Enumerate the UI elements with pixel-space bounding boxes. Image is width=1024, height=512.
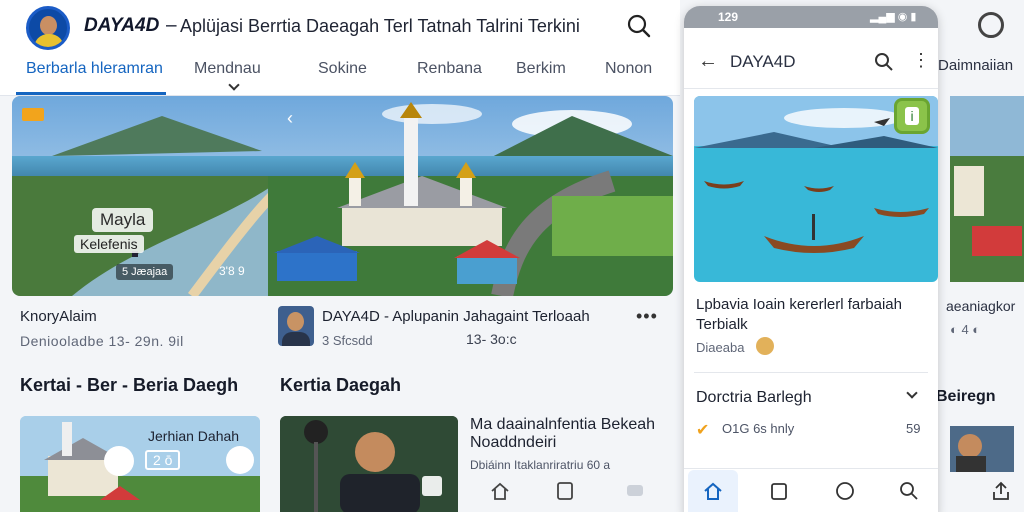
tab-renbana[interactable]: Renbana	[417, 60, 482, 78]
home-icon[interactable]	[489, 480, 511, 502]
phone-headline[interactable]: Lpbavia Ioain kererlerl farbaiah Terbial…	[696, 295, 934, 335]
category-tabs: Berbarla hleramran Mendnau Sokine Renban…	[0, 56, 680, 96]
divider	[684, 88, 938, 89]
peek-image[interactable]	[950, 96, 1024, 282]
comment-icon[interactable]	[226, 446, 254, 474]
author-avatar[interactable]	[278, 306, 314, 346]
active-tab-indicator	[16, 92, 166, 95]
status-icons: ▂▄▆ ◉ ▮	[870, 11, 917, 23]
back-arrow-icon[interactable]: ←	[698, 50, 718, 73]
top-header: DAYA4D – Aplüjasi Berrtia Daeagah Terl T…	[0, 0, 680, 96]
more-options-icon[interactable]: •••	[636, 306, 658, 327]
tab-nonon[interactable]: Nonon	[605, 60, 652, 78]
hero-image	[12, 96, 673, 296]
search-icon[interactable]	[898, 480, 920, 502]
phone-preview: 129 ▂▄▆ ◉ ▮ ← DAYA4D ⋮ i Lpbavia Ioain k…	[684, 6, 938, 512]
hero-caption: KnoryAlaim	[20, 308, 97, 325]
divider	[694, 372, 928, 373]
share-icon[interactable]	[990, 480, 1012, 502]
peek-meta: ◐ 4 ◐	[950, 322, 981, 337]
page-title: Aplüjasi Berrtia Daeagah Terl Tatnah Tal…	[180, 16, 580, 36]
hero-banner[interactable]: Mayla Kelefenis 5 Jæajaa 3'8 9 ‹	[12, 96, 673, 296]
hero-overlay-title: Mayla	[92, 208, 154, 232]
play-icon[interactable]	[104, 446, 134, 476]
news-card-2[interactable]	[280, 416, 458, 512]
section-title-right: Kertia Daegah	[280, 375, 402, 395]
article-author-meta: 3 Sfcsdd	[322, 333, 373, 348]
app-badge-icon[interactable]: i	[894, 98, 930, 134]
hero-tag-badge	[22, 108, 44, 121]
bookmark-icon[interactable]	[554, 480, 576, 502]
tab-berbarla[interactable]: Berbarla hleramran	[26, 60, 163, 78]
tab-sokine[interactable]: Sokine	[318, 60, 367, 78]
app-page: DAYA4D – Aplüjasi Berrtia Daeagah Terl T…	[0, 0, 1024, 512]
bell-icon[interactable]	[978, 12, 1004, 38]
card1-label: Jerhian Dahah	[148, 428, 240, 444]
like-icon[interactable]: ✔	[696, 420, 709, 440]
side-count: 59	[906, 421, 921, 436]
app-logo[interactable]	[26, 6, 70, 50]
hero-overlay-subtitle: Kelefenis	[74, 235, 144, 253]
search-icon[interactable]	[626, 13, 652, 39]
card1-timer: 2 ō	[145, 450, 181, 470]
card2-meta: Dbiáinn Itaklanriratriu 60 a	[470, 458, 611, 472]
section-title-left: Kertai - Ber - Beria Daegh	[20, 375, 239, 395]
brand-separator: –	[166, 15, 177, 36]
hero-count: 3'8 9	[219, 264, 245, 278]
home-icon[interactable]	[702, 480, 724, 502]
hero-chip: 5 Jæajaa	[116, 264, 174, 280]
peek-section-title: Beiregn	[936, 388, 996, 405]
phone-section-title[interactable]: Dorctria Barlegh	[696, 389, 812, 407]
search-icon[interactable]	[874, 52, 894, 72]
like-text: O1G 6s hnly	[722, 421, 795, 436]
status-bar: 129 ▂▄▆ ◉ ▮	[684, 6, 938, 28]
chevron-down-icon[interactable]	[906, 387, 918, 399]
phone-app-title: DAYA4D	[730, 52, 796, 71]
article-title[interactable]: DAYA4D - Aplupanin Jahagaint Terloaah	[322, 308, 590, 325]
chevron-left-icon[interactable]: ‹	[287, 108, 293, 129]
peek-tab-label[interactable]: Daimnaiian	[938, 57, 1013, 74]
explore-icon[interactable]	[834, 480, 856, 502]
calendar-icon[interactable]	[768, 480, 790, 502]
peek-thumbnail[interactable]	[950, 426, 1014, 472]
source-avatar	[756, 337, 774, 355]
brand-name: DAYA4D	[84, 15, 160, 36]
more-vert-icon[interactable]: ⋮	[912, 50, 930, 71]
card2-image	[280, 416, 458, 512]
card2-title[interactable]: Ma daainalnfentia Bekeah Noaddndeiri	[470, 416, 680, 452]
tab-berkim[interactable]: Berkim	[516, 60, 566, 78]
status-time: 129	[718, 10, 739, 24]
peek-caption: aeaniagkor	[946, 298, 1016, 314]
hero-meta: Deniooladbe 13- 29n. 9il	[20, 333, 184, 349]
chevron-down-icon[interactable]	[228, 79, 240, 91]
tab-mendnau[interactable]: Mendnau	[194, 60, 261, 78]
phone-source: Diaeaba	[696, 340, 745, 355]
article-stats: 13- 3o:c	[466, 331, 517, 347]
chat-icon[interactable]	[624, 480, 646, 502]
